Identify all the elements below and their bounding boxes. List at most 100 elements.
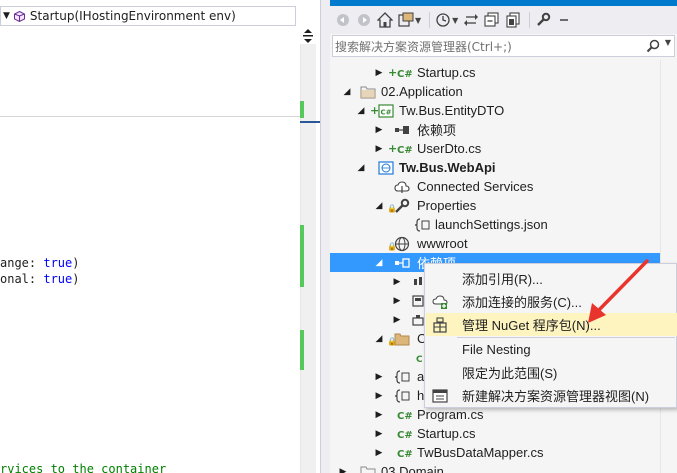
json-file-icon [414, 217, 430, 233]
tree-item-controller-cs[interactable]: C [330, 348, 424, 367]
chevron-down-icon[interactable]: ▼ [452, 16, 458, 25]
connected-services-icon [394, 179, 410, 195]
tree-item-twbusdatamapper-cs[interactable]: ▶ C# TwBusDataMapper.cs [330, 443, 660, 462]
code-editor[interactable]: ▼ Startup(IHostingEnvironment env) ange:… [0, 0, 320, 473]
tree-item-tw-bus-webapi[interactable]: ◢ Tw.Bus.WebApi [330, 158, 660, 177]
tree-item-label: Properties [417, 198, 477, 213]
tree-item-label: TwBusDataMapper.cs [417, 445, 544, 460]
expand-arrow-icon[interactable]: ▶ [374, 372, 384, 382]
code-line: onal: true) [0, 272, 80, 286]
collapse-arrow-icon[interactable]: ◢ [356, 163, 366, 173]
connected-service-add-icon [432, 294, 448, 310]
solution-folder-icon [360, 84, 376, 100]
tree-item-startup-cs[interactable]: ▶ C# Startup.cs [330, 424, 660, 443]
menu-item-label: File Nesting [462, 342, 531, 357]
chevron-down-icon[interactable]: ▼ [415, 16, 421, 25]
back-icon[interactable] [334, 10, 352, 30]
tree-item-label: 依赖项 [417, 123, 457, 138]
collapse-arrow-icon[interactable]: ◢ [356, 106, 366, 116]
panel-splitter[interactable] [320, 0, 330, 473]
expand-arrow-icon[interactable]: ▶ [374, 125, 384, 135]
scrollbar-caret-marker [300, 121, 320, 123]
change-marker [300, 101, 304, 118]
menu-item-label: 限定为此范围(S) [462, 366, 558, 381]
tree-item-dependencies[interactable]: ▶ 依赖项 [330, 120, 660, 139]
svg-text:C#: C# [397, 145, 412, 156]
toolbar-separator [429, 12, 431, 28]
collapse-arrow-icon[interactable]: ◢ [374, 258, 384, 268]
tree-item-launchsettings-json[interactable]: launchSettings.json [330, 215, 660, 234]
tree-item-userdto-cs[interactable]: ▶ + C# UserDto.cs [330, 139, 660, 158]
expand-arrow-icon[interactable]: ▶ [374, 391, 384, 401]
expand-arrow-icon[interactable]: ▶ [392, 296, 402, 306]
svg-text:C#: C# [397, 69, 412, 80]
new-view-icon [432, 388, 448, 404]
csharp-file-icon: C# [396, 65, 412, 81]
properties-wrench-icon[interactable] [534, 10, 552, 30]
member-navigation-dropdown[interactable]: ▼ Startup(IHostingEnvironment env) [0, 6, 296, 26]
tree-item-tw-bus-entitydto[interactable]: ◢ + C# Tw.Bus.EntityDTO [330, 101, 660, 120]
menu-item-label: 添加连接的服务(C)... [462, 295, 582, 310]
tree-item-label: 03.Domain [381, 464, 444, 473]
collapse-arrow-icon[interactable]: ◢ [374, 201, 384, 211]
tree-item-connected-services[interactable]: Connected Services [330, 177, 660, 196]
collapse-all-icon[interactable] [483, 10, 501, 30]
search-icon[interactable] [646, 39, 660, 56]
pending-changes-icon[interactable] [462, 10, 480, 30]
code-line: ange: true) [0, 256, 80, 270]
history-icon[interactable] [434, 10, 452, 30]
menu-item-new-explorer-view[interactable]: 新建解决方案资源管理器视图(N) [426, 384, 677, 407]
expand-arrow-icon[interactable]: ▶ [338, 467, 348, 473]
expand-arrow-icon[interactable]: ▶ [392, 315, 402, 325]
solution-explorer-search[interactable]: 搜索解决方案资源管理器(Ctrl+;) ▼ [332, 35, 675, 57]
expand-arrow-icon[interactable]: ▶ [374, 429, 384, 439]
show-all-files-icon[interactable] [504, 10, 522, 30]
menu-item-scope-to-this[interactable]: 限定为此范围(S) [426, 361, 677, 384]
tree-item-appsettings[interactable]: ▶ a [330, 367, 425, 386]
json-file-icon [394, 388, 410, 404]
svg-text:C#: C# [397, 411, 412, 422]
tree-item-analyzers[interactable]: ▶ [330, 272, 424, 291]
expand-arrow-icon[interactable]: ▶ [374, 144, 384, 154]
dependencies-icon [394, 255, 410, 271]
code-comment-line: rvices to the container [0, 462, 167, 473]
sync-view-icon[interactable] [397, 10, 415, 30]
svg-text:C#: C# [381, 108, 392, 116]
search-placeholder[interactable]: 搜索解决方案资源管理器(Ctrl+;) [335, 38, 512, 55]
member-navigation-text: Startup(IHostingEnvironment env) [29, 9, 236, 23]
tree-item-wwwroot[interactable]: 🔒 wwwroot [330, 234, 660, 253]
tree-item-label: wwwroot [417, 236, 468, 251]
tree-item-label: Startup.cs [417, 65, 476, 80]
home-icon[interactable] [376, 10, 394, 30]
expand-arrow-icon[interactable]: ▶ [374, 448, 384, 458]
tree-item-controllers[interactable]: ◢ 🔒 C [330, 329, 427, 348]
expand-arrow-icon[interactable]: ▶ [374, 410, 384, 420]
tree-item-02-application[interactable]: ◢ 02.Application [330, 82, 660, 101]
tree-item-label: UserDto.cs [417, 141, 482, 156]
forward-icon[interactable] [355, 10, 373, 30]
tree-item-startup-cs[interactable]: ▶ + C# Startup.cs [330, 63, 660, 82]
csharp-file-icon: C# [396, 426, 412, 442]
tree-item-03-domain[interactable]: ▶ 03.Domain [330, 462, 660, 473]
tree-item-sdk[interactable]: ▶ [330, 310, 424, 329]
menu-item-file-nesting[interactable]: File Nesting [426, 338, 677, 361]
solution-explorer-toolbar: ▼ ▼ [330, 6, 677, 34]
minus-icon[interactable] [555, 10, 573, 30]
collapse-arrow-icon[interactable]: ◢ [374, 334, 384, 344]
globe-icon [394, 236, 410, 252]
expand-arrow-icon[interactable]: ▶ [374, 68, 384, 78]
chevron-down-icon[interactable]: ▼ [665, 38, 671, 47]
tree-item-properties[interactable]: ◢ 🔒 Properties [330, 196, 660, 215]
split-editor-icon[interactable] [300, 28, 316, 44]
collapse-arrow-icon[interactable]: ◢ [342, 87, 352, 97]
csharp-project-icon: C# [378, 103, 394, 119]
tree-item-hosting[interactable]: ▶ h [330, 386, 425, 405]
expand-arrow-icon[interactable]: ▶ [392, 277, 402, 287]
chevron-down-icon[interactable]: ▼ [3, 11, 10, 21]
menu-item-label: 添加引用(R)... [462, 272, 543, 287]
csharp-file-icon: C# [396, 141, 412, 157]
dependencies-icon [394, 122, 410, 138]
solution-folder-icon [360, 464, 376, 473]
tree-item-packages[interactable]: ▶ [330, 291, 424, 310]
method-icon [13, 10, 25, 22]
